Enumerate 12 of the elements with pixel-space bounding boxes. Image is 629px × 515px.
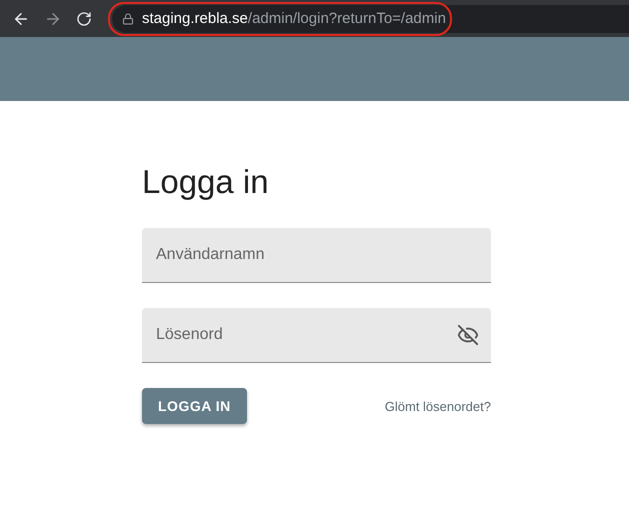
password-field[interactable]: Lösenord: [142, 308, 491, 363]
username-field[interactable]: Användarnamn: [142, 228, 491, 283]
eye-off-icon[interactable]: [457, 324, 479, 346]
reload-button[interactable]: [76, 10, 92, 26]
password-input[interactable]: Lösenord: [154, 325, 457, 345]
url-host: staging.rebla.se: [142, 10, 248, 27]
forgot-password-link[interactable]: Glömt lösenordet?: [384, 398, 491, 414]
url-path: /admin/login?returnTo=/admin: [248, 10, 446, 27]
username-input[interactable]: Användarnamn: [154, 245, 479, 265]
lock-icon: [122, 12, 134, 24]
page-title: Logga in: [142, 163, 270, 201]
login-button[interactable]: LOGGA IN: [142, 388, 247, 424]
